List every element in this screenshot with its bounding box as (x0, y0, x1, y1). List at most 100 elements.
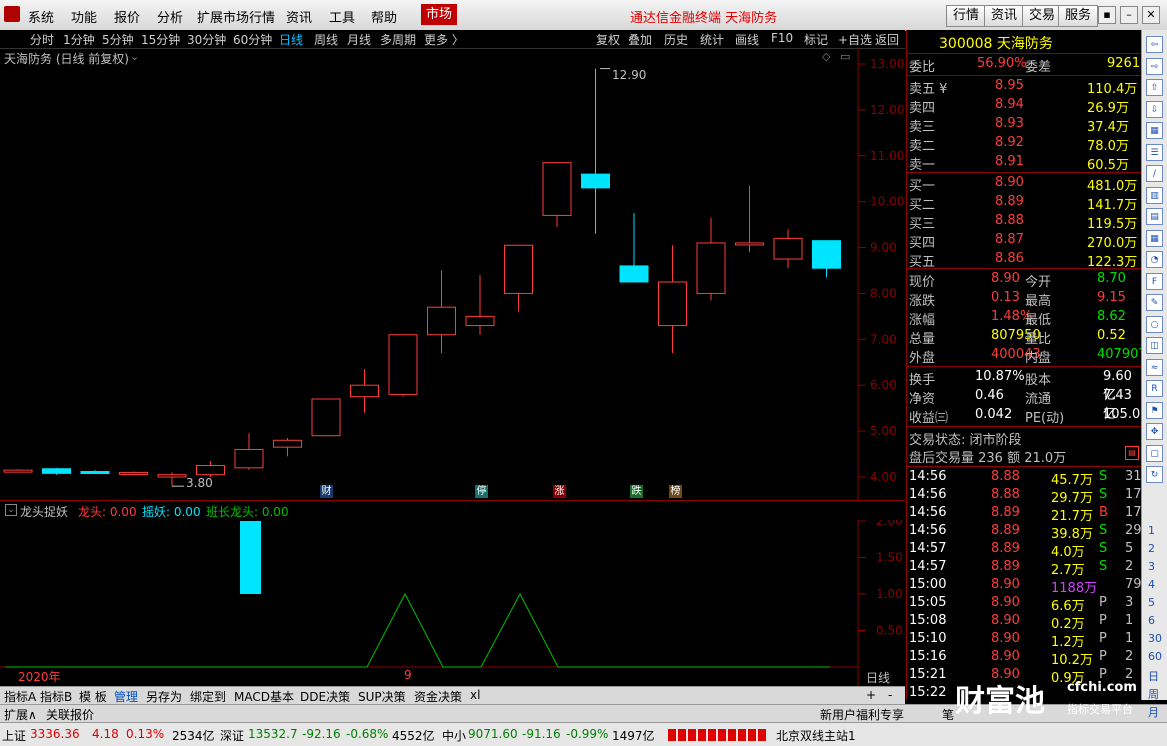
tab-fund[interactable]: 资金决策 (414, 688, 462, 705)
marker-finance[interactable]: 财 (320, 485, 333, 498)
ask-row[interactable]: 卖五 ¥ 8.95 110.4万 (907, 77, 1141, 97)
side-period-1[interactable]: 2 (1148, 542, 1155, 555)
marker-limit-up[interactable]: 涨 (553, 485, 566, 498)
period-monthly[interactable]: 月线 (347, 31, 371, 48)
candle-body[interactable] (735, 242, 764, 246)
bid-row[interactable]: 买五 8.86 122.3万 (907, 250, 1141, 270)
marker-halt[interactable]: 停 (475, 485, 488, 498)
tool-overlay[interactable]: 叠加 (628, 31, 652, 48)
candle-body[interactable] (80, 470, 110, 474)
tool-back[interactable]: 返回 (875, 31, 899, 48)
close-icon[interactable]: ✕ (1142, 6, 1160, 24)
stat-row[interactable]: 涨幅 1.48% 最低 8.62 (907, 308, 1141, 328)
bid-row[interactable]: 买四 8.87 270.0万 (907, 231, 1141, 251)
fund-row[interactable]: 净资 0.46 流通 7.43亿 (907, 387, 1141, 422)
grid-icon[interactable]: ▦ (1146, 122, 1163, 139)
tool-mark[interactable]: 标记 (804, 31, 828, 48)
trend-icon[interactable]: ∕ (1146, 165, 1163, 182)
top-trade-button[interactable]: 交易 (1022, 5, 1063, 27)
list-icon[interactable]: ☰ (1146, 143, 1163, 161)
period-15min[interactable]: 15分钟 (141, 31, 180, 48)
indicator-chart[interactable]: 2.00 1.50 1.00 0.50 2020年 9 日线 (0, 520, 905, 686)
tick-row[interactable]: 14:56 8.89 21.7万 B 17 (907, 504, 1142, 524)
tick-row[interactable]: 15:08 8.90 0.2万 P 1 (907, 612, 1141, 632)
f10-icon[interactable]: F (1146, 272, 1163, 290)
tab-indicator-b[interactable]: 指标B (40, 688, 72, 705)
ask-row[interactable]: 卖三 8.93 37.4万 (907, 115, 1141, 135)
menu-tools[interactable]: 工具 (329, 7, 355, 26)
bid-row[interactable]: 买一 8.90 481.0万 (907, 174, 1141, 194)
side-period-3[interactable]: 4 (1148, 578, 1155, 591)
chart-icon[interactable]: ◫ (1146, 337, 1163, 354)
bar-icon[interactable]: ▤ (1146, 208, 1163, 225)
candle-body[interactable] (119, 471, 148, 475)
candle-body[interactable] (196, 465, 225, 476)
side-period-7[interactable]: 60 (1148, 650, 1162, 663)
candle-body[interactable] (388, 334, 418, 395)
ask-row[interactable]: 卖一 8.91 60.5万 (907, 153, 1141, 173)
candle-body[interactable] (696, 242, 726, 294)
marker-limit-down[interactable]: 跌 (630, 485, 643, 498)
tool-stats[interactable]: 统计 (700, 31, 724, 48)
circle-icon[interactable]: ○ (1146, 315, 1163, 333)
tool-history[interactable]: 历史 (664, 31, 688, 48)
ask-row[interactable]: 卖二 8.92 78.0万 (907, 134, 1141, 154)
chart-dropdown-icon[interactable]: ⌄ (130, 50, 139, 63)
sz-index-name[interactable]: 深证 (220, 727, 244, 744)
tool-f10[interactable]: F10 (771, 31, 793, 45)
tick-row[interactable]: 15:05 8.90 6.6万 P 3 (907, 594, 1141, 614)
tick-row[interactable]: 15:10 8.90 1.2万 P 1 (907, 630, 1141, 650)
period-30min[interactable]: 30分钟 (187, 31, 226, 48)
notes-icon[interactable]: ✎ (1146, 294, 1163, 311)
menu-help[interactable]: 帮助 (371, 7, 397, 26)
stat-row[interactable]: 总量 807950 量比 0.52 (907, 327, 1141, 347)
restore-icon[interactable]: ▪ (1098, 6, 1116, 24)
rsi-icon[interactable]: R (1146, 380, 1163, 397)
tick-row[interactable]: 14:57 8.89 4.0万 S 5 (907, 540, 1141, 560)
up-icon[interactable]: ⇧ (1146, 79, 1163, 96)
top-news-button[interactable]: 资讯 (984, 5, 1025, 27)
tab-template[interactable]: 模 板 (79, 688, 107, 705)
kline-chart[interactable]: 13.00 12.00 11.00 10.00 9.00 8.00 7.00 6.00 5.00… (0, 48, 905, 500)
candle-body[interactable] (427, 306, 456, 336)
tab-save-as[interactable]: 另存为 (146, 688, 182, 705)
candle-body[interactable] (157, 474, 187, 478)
tick-row[interactable]: 14:57 8.89 2.7万 S 2 (907, 558, 1141, 578)
tick-row[interactable]: 14:56 8.88 29.7万 S 17 (907, 486, 1142, 506)
side-period-4[interactable]: 5 (1148, 596, 1155, 609)
tick-row[interactable]: 14:56 8.89 39.8万 S 29 (907, 522, 1142, 542)
tick-row[interactable]: 15:00 8.90 1188万 795 (907, 576, 1150, 596)
top-service-button[interactable]: 服务 (1058, 5, 1099, 27)
tab-dde[interactable]: DDE决策 (300, 688, 350, 705)
tool-add-watch[interactable]: +自选 (838, 31, 872, 48)
tool-fuquan[interactable]: 复权 (596, 31, 620, 48)
market-button[interactable]: 市场 (421, 4, 457, 25)
period-multi[interactable]: 多周期 (380, 31, 416, 48)
tab-xl[interactable]: xl (470, 688, 480, 702)
minimize-icon[interactable]: – (1120, 6, 1138, 24)
chart-window-icon[interactable]: ▭ (840, 50, 850, 63)
candle-body[interactable] (658, 281, 687, 327)
zoom-in-icon[interactable]: + (866, 688, 876, 702)
bid-row[interactable]: 买三 8.88 119.5万 (907, 212, 1141, 232)
bid-row[interactable]: 买二 8.89 141.7万 (907, 193, 1141, 213)
indicator-dropdown-icon[interactable]: ⌄ (5, 504, 17, 516)
pen-button[interactable]: 笔 (942, 706, 954, 723)
marker-ranking[interactable]: 榜 (669, 485, 682, 498)
period-weekly[interactable]: 周线 (314, 31, 338, 48)
period-more[interactable]: 更多 〉 (424, 31, 464, 48)
candle-body[interactable] (619, 265, 649, 283)
period-1min[interactable]: 1分钟 (63, 31, 95, 48)
pie-icon[interactable]: ◔ (1146, 251, 1163, 268)
period-fenshi[interactable]: 分时 (30, 31, 54, 48)
stat-row[interactable]: 现价 8.90 今开 8.70 (907, 270, 1141, 290)
candle-body[interactable] (273, 439, 302, 448)
stat-row[interactable]: 涨跌 0.13 最高 9.15 (907, 289, 1141, 309)
menu-news[interactable]: 资讯 (286, 7, 312, 26)
zoom-out-icon[interactable]: - (888, 688, 892, 702)
candle-body[interactable] (311, 398, 341, 437)
table-icon[interactable]: ▦ (1146, 229, 1163, 247)
zx-index-name[interactable]: 中小 (442, 727, 466, 744)
stat-row[interactable]: 外盘 400043 内盘 407907 (907, 346, 1147, 366)
tab-bind-to[interactable]: 绑定到 (190, 688, 226, 705)
